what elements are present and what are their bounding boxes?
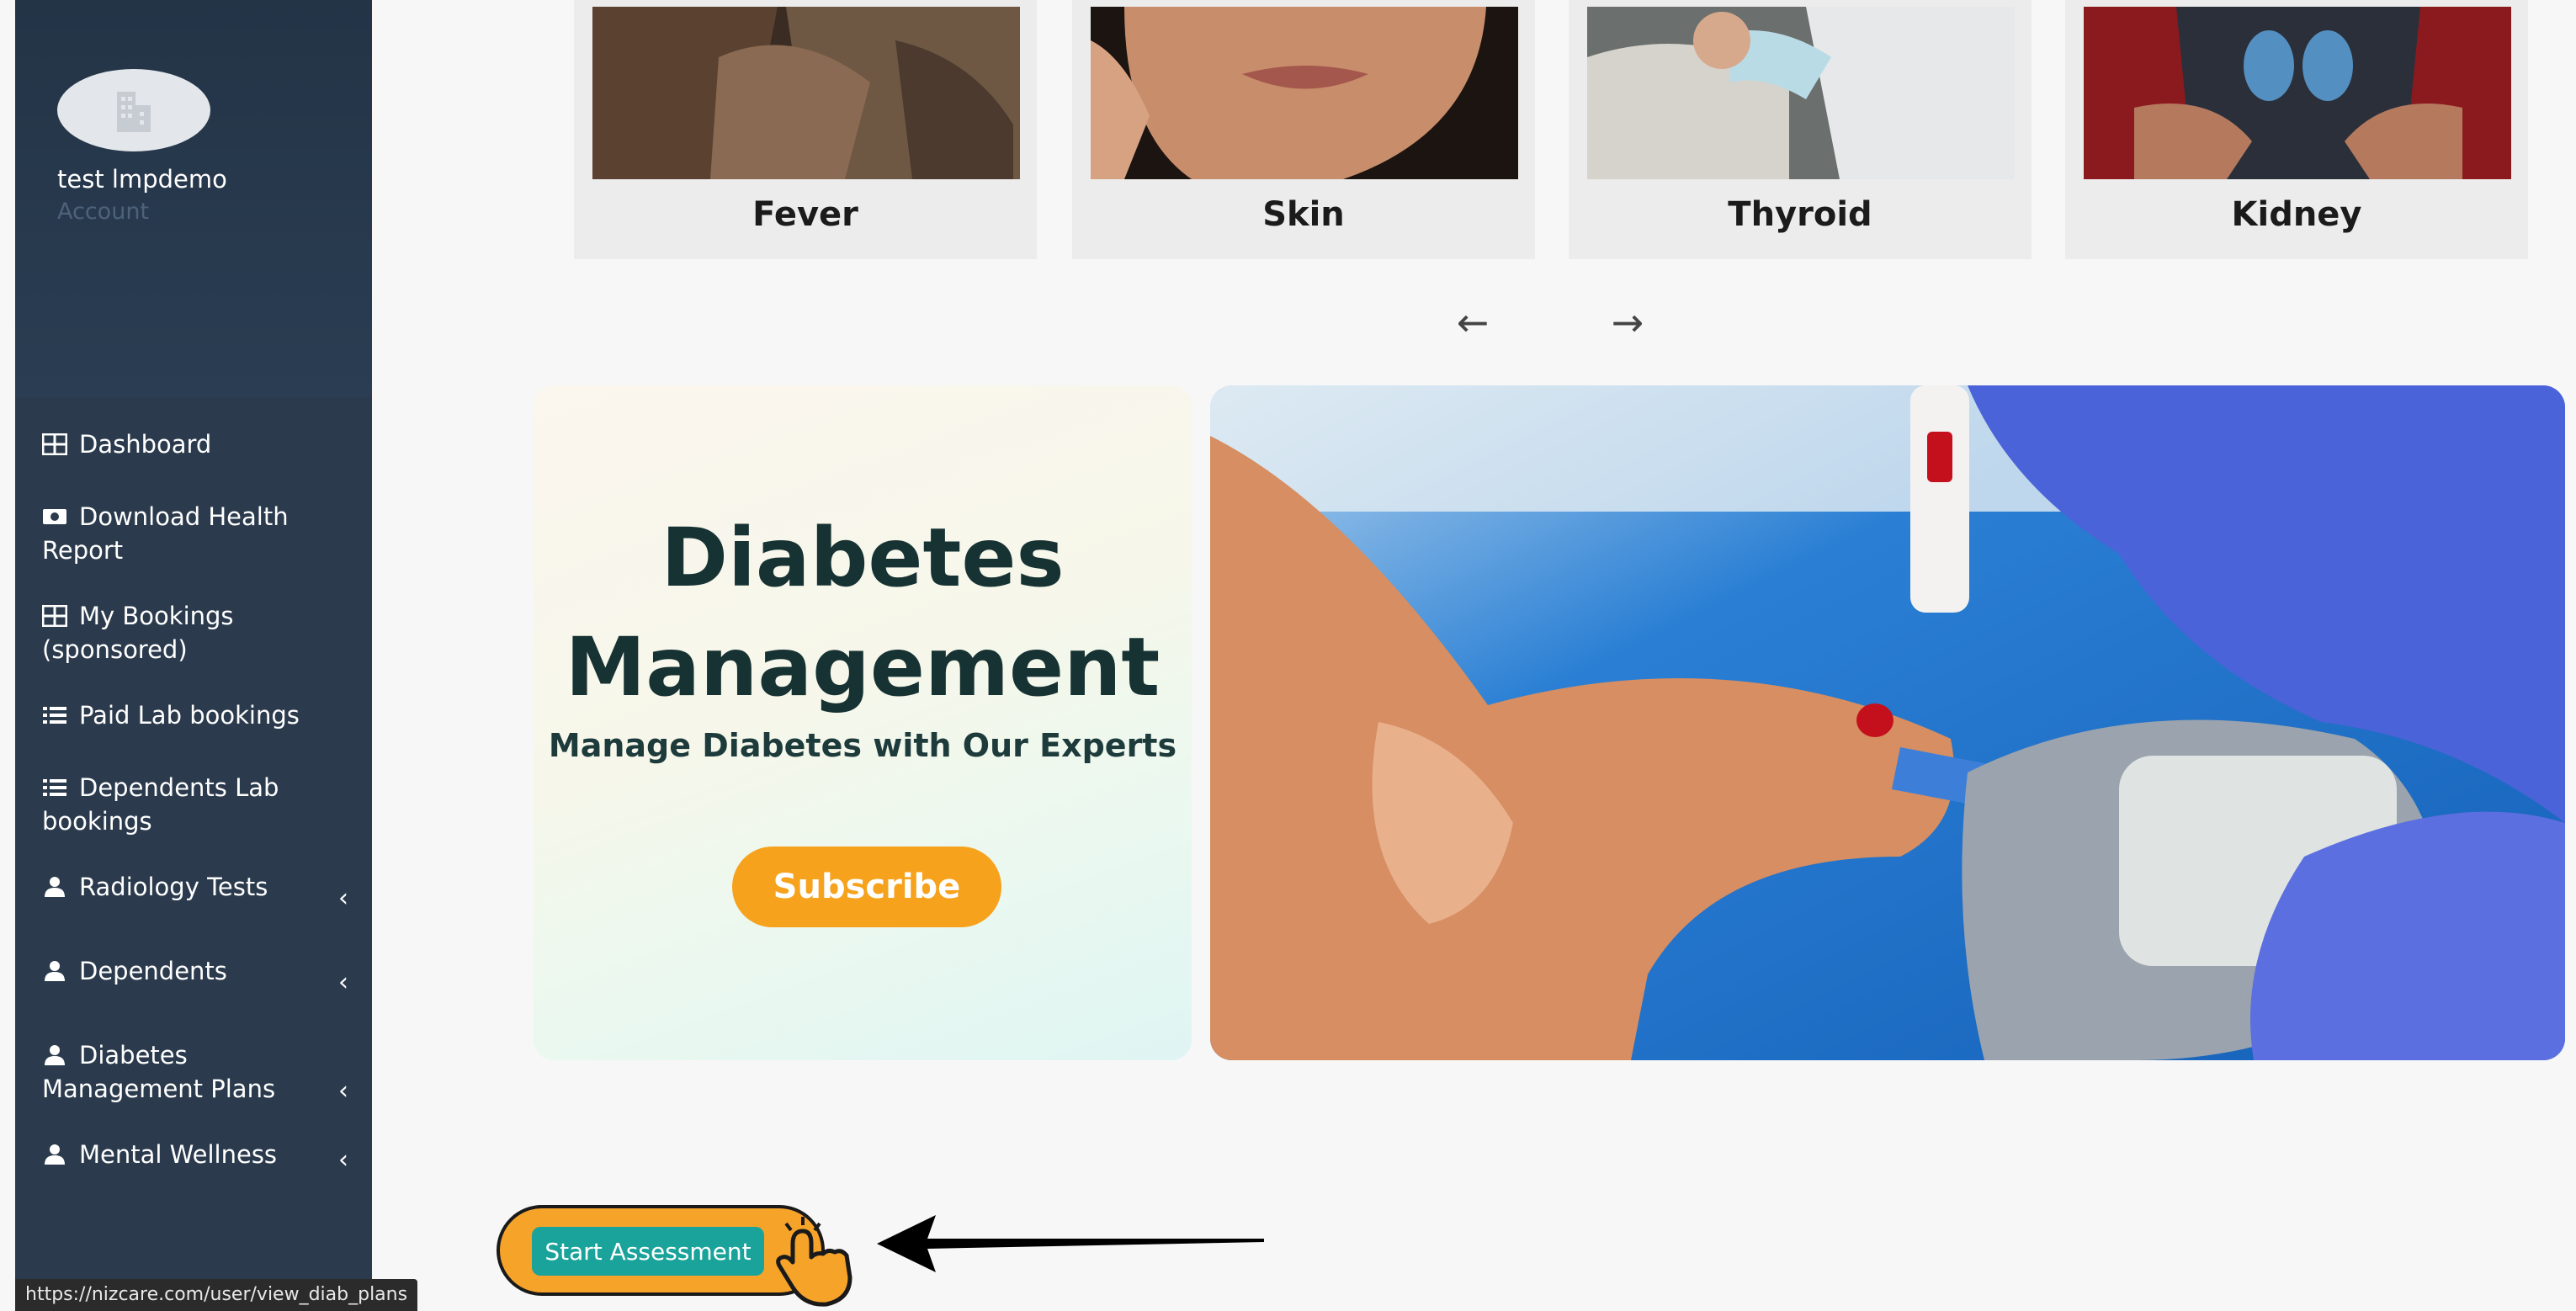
promo-title-line: Diabetes: [661, 511, 1065, 605]
sidebar: test lmpdemo Account Dashboard Download …: [15, 0, 372, 1311]
list-icon: [43, 707, 66, 724]
category-label: Skin: [1262, 195, 1345, 234]
profile-name: test lmpdemo: [57, 165, 227, 194]
sidebar-item-dependents-lab-bookings[interactable]: Dependents Lab bookings: [15, 757, 372, 857]
sidebar-item-label: Mental Wellness: [79, 1140, 278, 1169]
sidebar-nav: Dashboard Download Health Report My Book…: [15, 414, 372, 1197]
sidebar-item-download-health-report[interactable]: Download Health Report: [15, 486, 372, 586]
status-bar-url: https://nizcare.com/user/view_diab_plans: [15, 1279, 418, 1311]
carousel-next-button[interactable]: →: [1602, 301, 1653, 343]
sidebar-item-label: Dependents: [79, 957, 227, 985]
promo-subtitle: Manage Diabetes with Our Experts: [548, 727, 1177, 764]
category-image: [592, 7, 1020, 179]
promo-title-line: Management: [565, 620, 1161, 714]
diabetes-hero-image: [1210, 385, 2565, 1060]
category-card-kidney[interactable]: Kidney: [2065, 0, 2528, 259]
sidebar-item-paid-lab-bookings[interactable]: Paid Lab bookings: [15, 685, 372, 757]
main-content: Fever Skin Thyroid Kidney ← → Diabetes M…: [372, 0, 2576, 1311]
chevron-left-icon: ‹: [338, 968, 348, 997]
sidebar-item-label: Diabetes Management Plans: [42, 1041, 276, 1103]
arrow-left-icon: [877, 1215, 1264, 1272]
category-label: Fever: [752, 195, 858, 234]
user-icon: [45, 961, 65, 981]
user-icon: [45, 877, 65, 897]
sidebar-item-mental-wellness[interactable]: Mental Wellness ‹: [15, 1124, 372, 1197]
category-image: [1587, 7, 2015, 179]
chevron-left-icon: ‹: [338, 884, 348, 913]
subscribe-button[interactable]: Subscribe: [732, 847, 1001, 927]
user-icon: [45, 1144, 65, 1165]
grid-icon: [42, 605, 67, 627]
user-icon: [45, 1045, 65, 1065]
category-image: [2084, 7, 2511, 179]
building-icon: [117, 92, 151, 132]
list-icon: [43, 779, 66, 796]
carousel-prev-button[interactable]: ←: [1447, 301, 1498, 343]
promo-title: Diabetes Management: [534, 503, 1192, 722]
category-label: Thyroid: [1728, 195, 1872, 234]
category-card-fever[interactable]: Fever: [574, 0, 1037, 259]
grid-icon: [42, 433, 67, 455]
category-image: [1091, 7, 1518, 179]
chevron-left-icon: ‹: [338, 1145, 348, 1175]
sidebar-item-label: Dependents Lab bookings: [42, 773, 279, 836]
category-label: Kidney: [2231, 195, 2362, 234]
profile-panel: test lmpdemo Account: [15, 0, 372, 397]
sidebar-item-label: Dashboard: [79, 430, 212, 459]
sidebar-item-diabetes-management-plans[interactable]: Diabetes Management Plans ‹: [15, 1025, 372, 1124]
chevron-left-icon: ‹: [338, 1076, 348, 1106]
sidebar-item-label: Radiology Tests: [79, 873, 268, 901]
start-assessment-button[interactable]: Start Assessment: [532, 1227, 764, 1276]
category-card-thyroid[interactable]: Thyroid: [1569, 0, 2032, 259]
sidebar-item-my-bookings[interactable]: My Bookings (sponsored): [15, 586, 372, 685]
sidebar-item-label: Paid Lab bookings: [79, 701, 300, 730]
sidebar-item-label: My Bookings (sponsored): [42, 602, 234, 664]
sidebar-item-dashboard[interactable]: Dashboard: [15, 414, 372, 486]
sidebar-item-radiology-tests[interactable]: Radiology Tests ‹: [15, 857, 372, 941]
category-card-skin[interactable]: Skin: [1072, 0, 1535, 259]
profile-role: Account: [57, 199, 150, 225]
sidebar-item-dependents[interactable]: Dependents ‹: [15, 941, 372, 1025]
avatar[interactable]: [57, 69, 210, 151]
diabetes-promo-card: Diabetes Management Manage Diabetes with…: [534, 385, 1192, 1060]
hand-pointer-icon: [776, 1217, 852, 1307]
sidebar-item-label: Download Health Report: [42, 502, 289, 565]
download-icon: [43, 509, 66, 524]
